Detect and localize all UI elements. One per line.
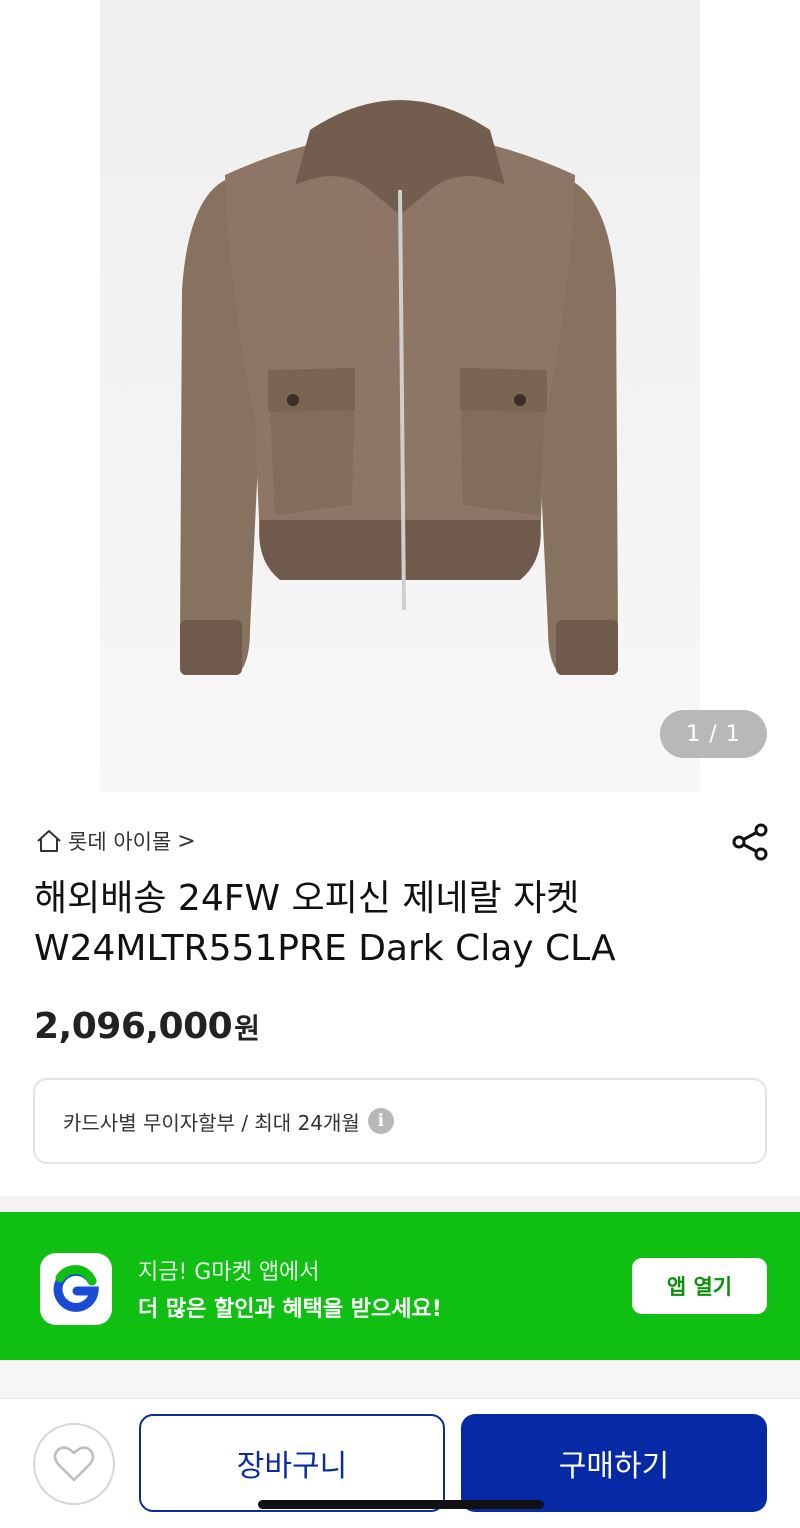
home-icon [37, 830, 61, 852]
installment-info-box[interactable]: 카드사별 무이자할부 / 최대 24개월 i [33, 1078, 767, 1164]
home-indicator [258, 1500, 544, 1509]
product-gallery: 1 / 1 [0, 0, 800, 792]
g-letter-icon [53, 1265, 99, 1312]
product-price: 2,096,000 원 [34, 1006, 260, 1047]
price-amount: 2,096,000 [34, 1006, 233, 1047]
add-to-cart-button[interactable]: 장바구니 [139, 1414, 445, 1512]
heart-icon [53, 1446, 95, 1482]
seller-name: 롯데 아이몰 [68, 830, 172, 854]
share-icon[interactable] [730, 822, 770, 862]
chevron-right-icon: > [177, 828, 196, 854]
section-divider [0, 1196, 800, 1212]
banner-headline: 지금! G마켓 앱에서 [138, 1260, 320, 1285]
product-title-line2: W24MLTR551PRE Dark Clay CLA [34, 928, 616, 969]
installment-text: 카드사별 무이자할부 / 최대 24개월 [63, 1110, 360, 1135]
product-title-line1: 해외배송 24FW 오피신 제네랄 자켓 [34, 878, 580, 919]
product-image-area[interactable] [100, 0, 700, 792]
gmarket-logo-icon [40, 1253, 112, 1325]
section-divider-2 [0, 1360, 800, 1398]
price-unit: 원 [234, 1012, 260, 1045]
banner-subline: 더 많은 할인과 혜택을 받으세요! [138, 1297, 442, 1322]
info-icon[interactable]: i [367, 1108, 394, 1134]
product-title: 해외배송 24FW 오피신 제네랄 자켓 W24MLTR551PRE Dark … [34, 874, 774, 974]
seller-link[interactable]: 롯데 아이몰 > [34, 824, 196, 858]
buy-now-button[interactable]: 구매하기 [461, 1414, 767, 1512]
jacket-image [180, 100, 618, 675]
open-app-button[interactable]: 앱 열기 [632, 1258, 767, 1314]
image-page-indicator: 1 / 1 [660, 710, 767, 758]
wishlist-button[interactable] [33, 1423, 115, 1505]
